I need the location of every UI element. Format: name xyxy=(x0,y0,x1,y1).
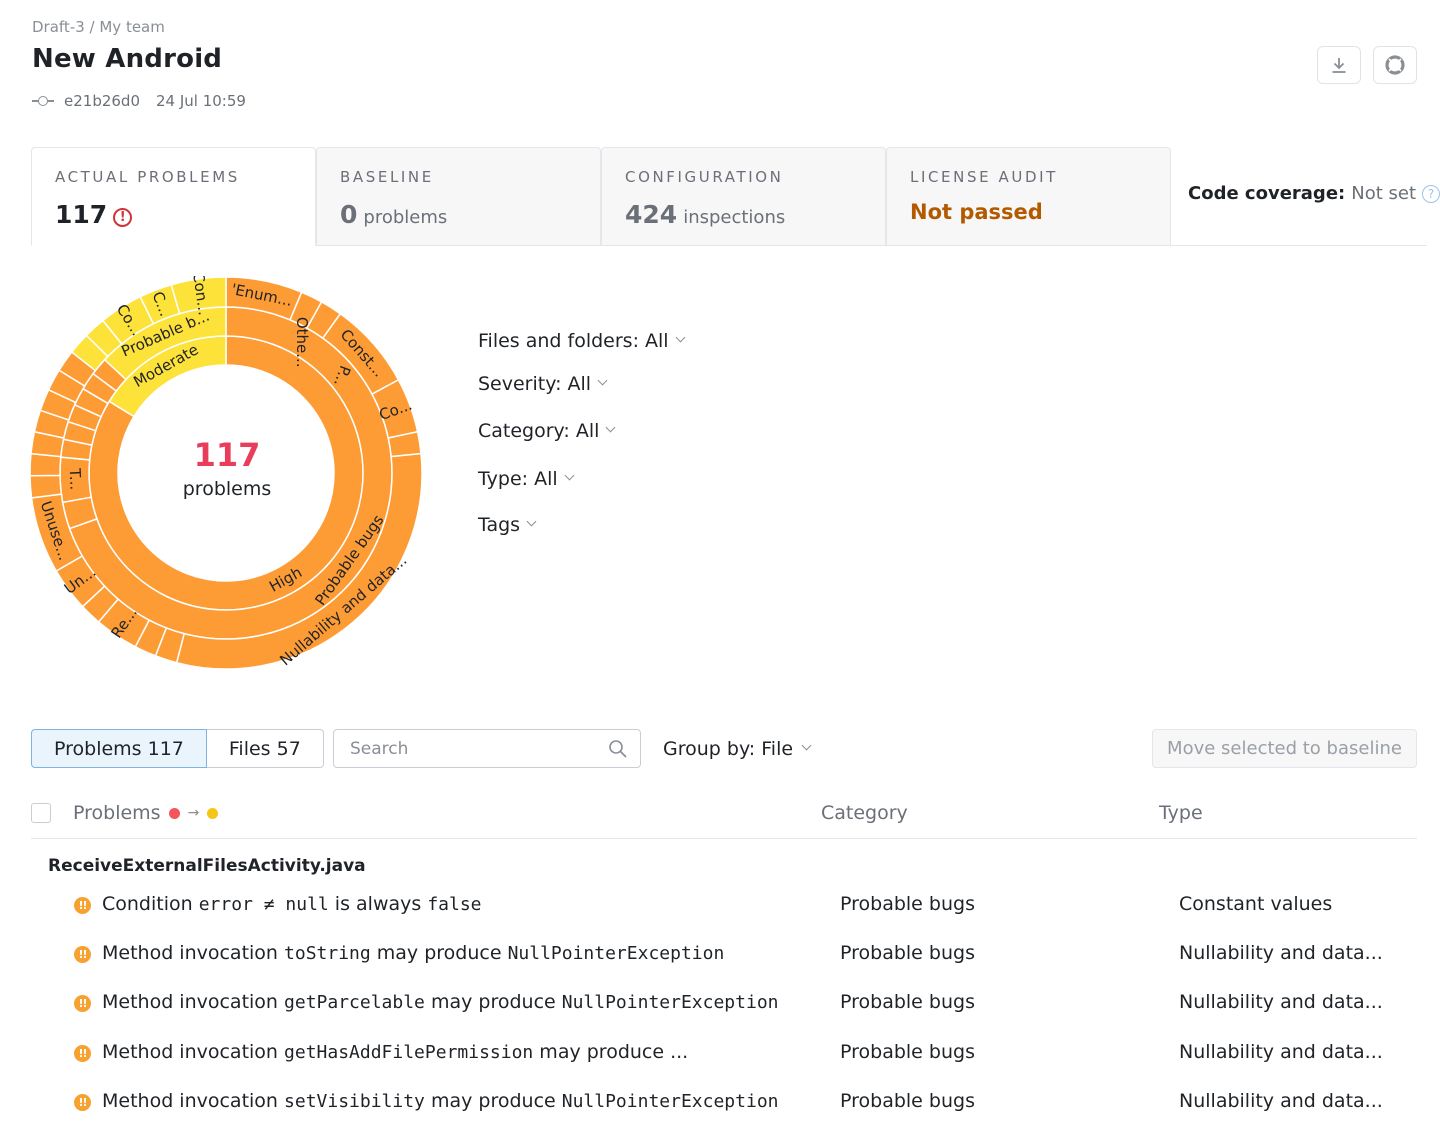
problem-type: Nullability and data... xyxy=(1179,1041,1383,1063)
problem-type: Constant values xyxy=(1179,893,1333,915)
chevron-down-icon xyxy=(675,332,686,342)
coverage-value: Not set xyxy=(1351,183,1417,204)
select-all-checkbox[interactable] xyxy=(31,803,51,823)
moderate-severity-icon: !! xyxy=(74,946,91,963)
column-category[interactable]: Category xyxy=(821,802,908,824)
table-row[interactable]: !! Method invocation getHasAddFilePermiss… xyxy=(31,1041,1417,1081)
column-type[interactable]: Type xyxy=(1159,802,1203,824)
actual-problems-count: 117 xyxy=(55,200,108,229)
chart-center-label: problems xyxy=(182,478,272,500)
move-to-baseline-button[interactable]: Move selected to baseline xyxy=(1152,729,1417,768)
problem-description: Method invocation toString may produce N… xyxy=(102,942,725,964)
download-button[interactable] xyxy=(1317,46,1361,84)
moderate-severity-icon: !! xyxy=(74,1094,91,1111)
moderate-dot-icon xyxy=(207,807,219,819)
help-button[interactable] xyxy=(1373,46,1417,84)
problem-category: Probable bugs xyxy=(840,1041,975,1063)
moderate-severity-icon: !! xyxy=(74,995,91,1012)
table-header: Problems → Category Type xyxy=(31,796,1417,839)
license-status: Not passed xyxy=(910,200,1043,224)
filter-label: Severity: All xyxy=(478,373,592,395)
table-row[interactable]: !! Condition error ≠ null is always false… xyxy=(31,893,1417,933)
problems-tab[interactable]: Problems 117 xyxy=(31,729,207,768)
sunburst-label: T... xyxy=(66,467,85,490)
inspections-unit: inspections xyxy=(683,207,786,228)
problem-category: Probable bugs xyxy=(840,942,975,964)
filter-tags[interactable]: Tags xyxy=(478,514,537,536)
inspections-count: 424 xyxy=(625,200,678,229)
search-icon[interactable] xyxy=(608,739,628,759)
baseline-unit: problems xyxy=(363,207,448,228)
critical-dot-icon xyxy=(168,807,180,819)
coverage-label: Code coverage: xyxy=(1188,183,1346,204)
table-row[interactable]: !! Method invocation getParcelable may pr… xyxy=(31,991,1417,1031)
lifebuoy-icon xyxy=(1385,55,1405,75)
commit-icon xyxy=(32,94,54,108)
tab-configuration[interactable]: Configuration 424 inspections xyxy=(601,147,886,246)
tab-label: License audit xyxy=(910,168,1058,186)
filter-label: Tags xyxy=(478,514,521,536)
filter-severity[interactable]: Severity: All xyxy=(478,373,608,395)
chevron-down-icon xyxy=(564,470,575,480)
chevron-down-icon xyxy=(605,422,616,432)
tab-label: Configuration xyxy=(625,168,784,186)
filter-label: Type: All xyxy=(478,468,558,490)
download-icon xyxy=(1332,58,1346,73)
sunburst-segment-2-13[interactable] xyxy=(29,474,63,499)
breadcrumb[interactable]: Draft-3 / My team xyxy=(32,18,165,36)
moderate-severity-icon: !! xyxy=(74,1045,91,1062)
filter-files-folders[interactable]: Files and folders: All xyxy=(478,330,686,352)
chevron-down-icon xyxy=(526,516,537,526)
commit-date: 24 Jul 10:59 xyxy=(156,92,246,110)
problem-type: Nullability and data... xyxy=(1179,942,1383,964)
chevron-down-icon xyxy=(801,740,812,750)
problem-category: Probable bugs xyxy=(840,991,975,1013)
files-tab[interactable]: Files 57 xyxy=(206,729,324,768)
group-by-dropdown[interactable]: Group by: File xyxy=(663,738,812,760)
table-row[interactable]: !! Method invocation toString may produce… xyxy=(31,942,1417,982)
problem-description: Method invocation getParcelable may prod… xyxy=(102,991,779,1013)
search-box xyxy=(333,729,641,768)
filter-category[interactable]: Category: All xyxy=(478,420,616,442)
search-input[interactable] xyxy=(348,737,608,760)
group-by-label: Group by: File xyxy=(663,738,794,760)
sunburst-label: Othe... xyxy=(293,317,311,368)
chart-total: 117 xyxy=(193,436,261,474)
file-group-header[interactable]: ReceiveExternalFilesActivity.java xyxy=(48,856,366,876)
filter-type[interactable]: Type: All xyxy=(478,468,575,490)
column-problems[interactable]: Problems → xyxy=(73,802,219,824)
arrow-right-icon: → xyxy=(187,805,200,821)
question-circle-icon[interactable]: ? xyxy=(1422,184,1440,203)
view-toggle: Problems 117 Files 57 xyxy=(31,729,324,768)
filter-label: Files and folders: All xyxy=(478,330,669,352)
tab-actual-problems[interactable]: Actual problems 117 ! xyxy=(31,147,316,246)
problems-sunburst-chart: High Moderate Probable bugs T... Probable b.… xyxy=(28,271,428,676)
tab-license-audit[interactable]: License audit Not passed xyxy=(886,147,1171,246)
column-label: Problems xyxy=(73,802,161,824)
baseline-count: 0 xyxy=(340,200,358,229)
chart-center: 117 problems xyxy=(154,436,300,500)
chevron-down-icon xyxy=(597,375,608,385)
table-row[interactable]: !! Method invocation setVisibility may pr… xyxy=(31,1090,1417,1130)
commit-hash[interactable]: e21b26d0 xyxy=(64,92,140,110)
moderate-severity-icon: !! xyxy=(74,897,91,914)
filter-label: Category: All xyxy=(478,420,600,442)
problem-category: Probable bugs xyxy=(840,1090,975,1112)
tab-label: Actual problems xyxy=(55,168,240,186)
sunburst-segment-2-14[interactable] xyxy=(29,452,62,477)
commit-meta: e21b26d0 24 Jul 10:59 xyxy=(32,92,246,110)
problem-type: Nullability and data... xyxy=(1179,991,1383,1013)
problem-description: Condition error ≠ null is always false xyxy=(102,893,482,915)
problem-description: Method invocation setVisibility may prod… xyxy=(102,1090,779,1112)
summary-tabs: Actual problems 117 ! Baseline 0 problem… xyxy=(31,147,1440,246)
alert-circle-icon: ! xyxy=(113,208,133,227)
problem-description: Method invocation getHasAddFilePermissio… xyxy=(102,1041,689,1063)
tab-baseline[interactable]: Baseline 0 problems xyxy=(316,147,601,246)
problem-type: Nullability and data... xyxy=(1179,1090,1383,1112)
page-title: New Android xyxy=(32,44,223,74)
tab-label: Baseline xyxy=(340,168,434,186)
problem-category: Probable bugs xyxy=(840,893,975,915)
code-coverage: Code coverage: Not set ? xyxy=(1188,183,1440,204)
